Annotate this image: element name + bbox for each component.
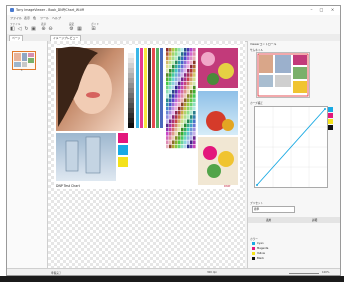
viewer-control-panel: Viewerコントロール サムネイル カーブ補正 プリセット 標準 適用 詳細 … <box>247 41 340 268</box>
grid-icon[interactable]: ▦ <box>77 27 82 32</box>
zoom-in-icon[interactable]: ⊕ <box>41 27 46 32</box>
zoom-slider[interactable] <box>289 273 319 274</box>
preset-label: プリセット <box>250 202 263 205</box>
viewer-control-title: Viewerコントロール <box>250 42 277 46</box>
image-preview-canvas[interactable]: DNP Test Chart DNP <box>48 41 245 268</box>
status-resolution: 300 dpi <box>207 271 217 274</box>
preset-select[interactable]: 標準 <box>252 206 295 213</box>
gray-ramp <box>128 48 134 128</box>
color-swatch <box>252 247 255 250</box>
color-name: Yellow <box>257 251 265 255</box>
color-bars <box>136 48 163 128</box>
save-icon[interactable]: ▣ <box>31 27 36 32</box>
menu-view[interactable]: 表示 <box>24 16 30 20</box>
settings-icon[interactable]: ⚙ <box>69 27 74 32</box>
test-chart-image: DNP Test Chart DNP <box>48 41 245 268</box>
channel-magenta-swatch[interactable] <box>328 113 333 118</box>
navigator-thumbnail[interactable] <box>256 52 310 98</box>
navigator-image <box>257 53 309 97</box>
toolbar: ファイル 表示 設定 ガイド ◧ ◁ ↻ ▣ ⊕ ⊖ ⚙ ▦ ⊞ <box>7 21 340 35</box>
page-thumbnail-pane: 1 <box>7 41 48 268</box>
window-title: Tony ImageViewer - Book_DNPJChart_W.tiff <box>16 7 84 12</box>
app-window: Tony ImageViewer - Book_DNPJChart_W.tiff… <box>6 5 341 276</box>
maximize-icon[interactable]: □ <box>317 7 326 13</box>
os-taskbar <box>0 276 344 282</box>
chart-title: DNP Test Chart <box>56 184 81 188</box>
menu-color[interactable]: 色 <box>33 16 36 20</box>
channel-black-swatch[interactable] <box>328 125 333 130</box>
color-list: Cyan Magenta Yellow Black <box>252 242 337 266</box>
page-number: 1 <box>21 69 23 72</box>
app-icon <box>10 8 14 12</box>
status-bar: 準備完了 300 dpi 100% <box>7 268 340 275</box>
tone-curve-graph[interactable] <box>254 106 328 188</box>
channel-yellow-swatch[interactable] <box>328 119 333 124</box>
color-name: Magenta <box>257 246 269 250</box>
detail-button[interactable]: 詳細 <box>312 218 317 222</box>
back-icon[interactable]: ◁ <box>17 27 22 32</box>
status-text: 準備完了 <box>51 272 62 275</box>
page-thumbnail[interactable] <box>12 51 36 70</box>
menu-help[interactable]: ヘルプ <box>52 16 61 20</box>
menu-file[interactable]: ファイル <box>10 16 22 20</box>
open-icon[interactable]: ◧ <box>10 27 15 32</box>
curve-section-header: カーブ補正 <box>250 102 263 105</box>
apply-button[interactable]: 適用 <box>266 218 271 222</box>
chart-corner-mark: DNP <box>224 184 231 188</box>
zoom-out-icon[interactable]: ⊖ <box>48 27 53 32</box>
close-icon[interactable]: × <box>328 7 337 13</box>
panel-tab-bar: 適用 詳細 <box>248 217 340 223</box>
color-swatch <box>252 252 255 255</box>
title-bar: Tony ImageViewer - Book_DNPJChart_W.tiff… <box>7 6 340 15</box>
channel-cyan-swatch[interactable] <box>328 107 333 112</box>
color-name: Cyan <box>257 241 264 245</box>
color-name: Black <box>257 256 265 260</box>
tone-curve <box>255 107 327 187</box>
zoom-level: 100% <box>322 271 330 274</box>
color-swatch <box>252 242 255 245</box>
color-list-header: カラー <box>250 238 258 241</box>
thumbnail-image <box>13 52 35 69</box>
minimize-icon[interactable]: – <box>307 7 316 13</box>
guide-icon[interactable]: ⊞ <box>91 27 96 32</box>
color-swatch <box>252 257 255 260</box>
rotate-icon[interactable]: ↻ <box>24 27 29 32</box>
menu-tools[interactable]: ツール <box>40 16 49 20</box>
